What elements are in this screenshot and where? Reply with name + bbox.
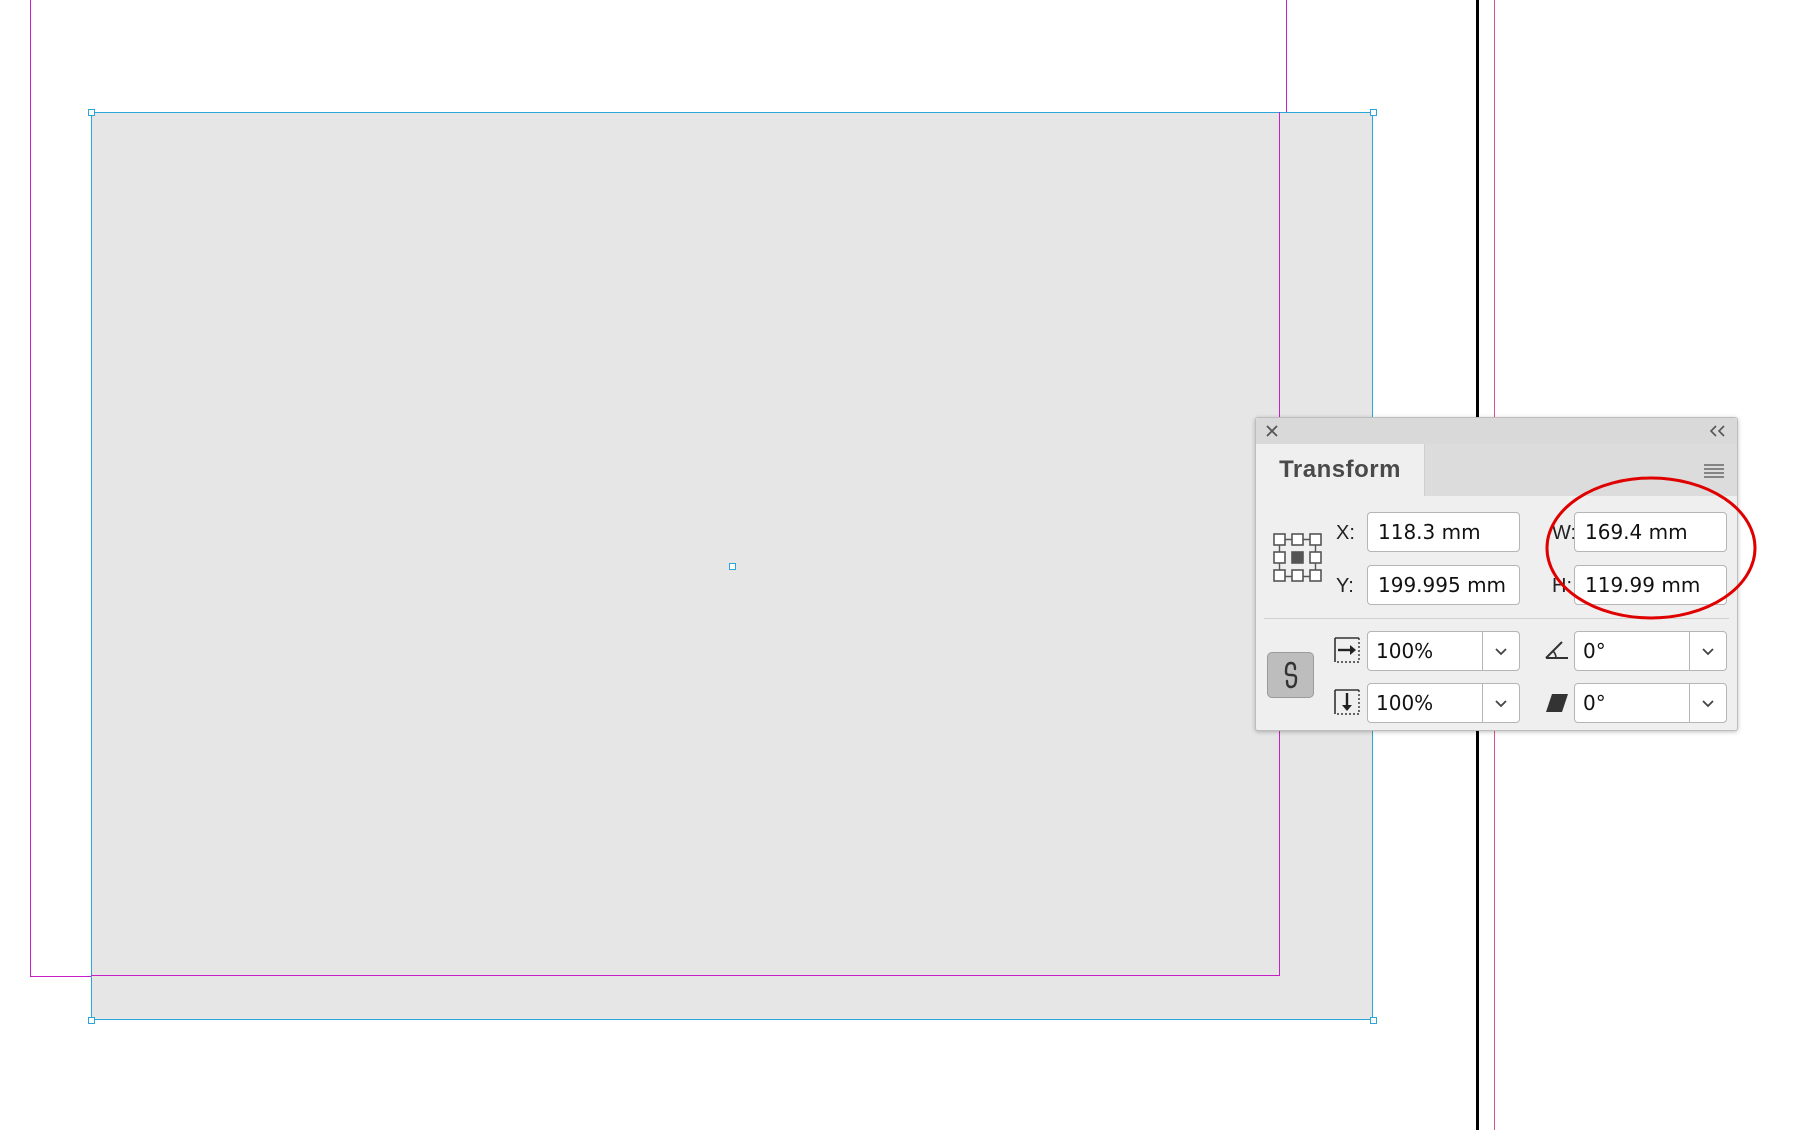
- y-field[interactable]: 199.995 mm: [1367, 565, 1520, 605]
- scale-y-value[interactable]: 100%: [1368, 684, 1482, 722]
- rotation-combo[interactable]: 0°: [1574, 631, 1727, 671]
- scale-x-combo[interactable]: 100%: [1367, 631, 1520, 671]
- rotation-angle-icon: [1544, 638, 1570, 662]
- close-icon[interactable]: [1264, 423, 1280, 439]
- link-icon: [1284, 661, 1297, 689]
- scale-x-value[interactable]: 100%: [1368, 632, 1482, 670]
- handle-top-right[interactable]: [1370, 109, 1377, 116]
- shear-combo[interactable]: 0°: [1574, 683, 1727, 723]
- scale-y-dropdown[interactable]: [1482, 684, 1519, 722]
- chevron-down-icon: [1702, 700, 1714, 708]
- margin-guide-bottom-overlay: [91, 975, 1280, 976]
- collapse-icon[interactable]: [1708, 424, 1728, 438]
- tab-transform[interactable]: Transform: [1256, 444, 1425, 496]
- panel-top-bar: [1256, 418, 1737, 445]
- shear-value[interactable]: 0°: [1575, 684, 1689, 722]
- chevron-down-icon: [1495, 648, 1507, 656]
- shear-angle-icon: [1544, 692, 1570, 714]
- handle-center[interactable]: [729, 563, 736, 570]
- x-label: X:: [1336, 522, 1355, 544]
- handle-bottom-left[interactable]: [88, 1017, 95, 1024]
- shear-dropdown[interactable]: [1689, 684, 1726, 722]
- scale-x-icon: [1333, 636, 1361, 664]
- handle-bottom-right[interactable]: [1370, 1017, 1377, 1024]
- annotation-circle: [1545, 476, 1757, 620]
- scale-y-icon: [1333, 688, 1361, 716]
- constrain-proportions-button[interactable]: [1267, 652, 1314, 698]
- x-field[interactable]: 118.3 mm: [1367, 512, 1520, 552]
- reference-point-icon[interactable]: [1272, 532, 1324, 584]
- chevron-down-icon: [1702, 648, 1714, 656]
- scale-y-combo[interactable]: 100%: [1367, 683, 1520, 723]
- rotation-value[interactable]: 0°: [1575, 632, 1689, 670]
- y-label: Y:: [1336, 575, 1354, 597]
- chevron-down-icon: [1495, 700, 1507, 708]
- rotation-dropdown[interactable]: [1689, 632, 1726, 670]
- handle-top-left[interactable]: [88, 109, 95, 116]
- scale-x-dropdown[interactable]: [1482, 632, 1519, 670]
